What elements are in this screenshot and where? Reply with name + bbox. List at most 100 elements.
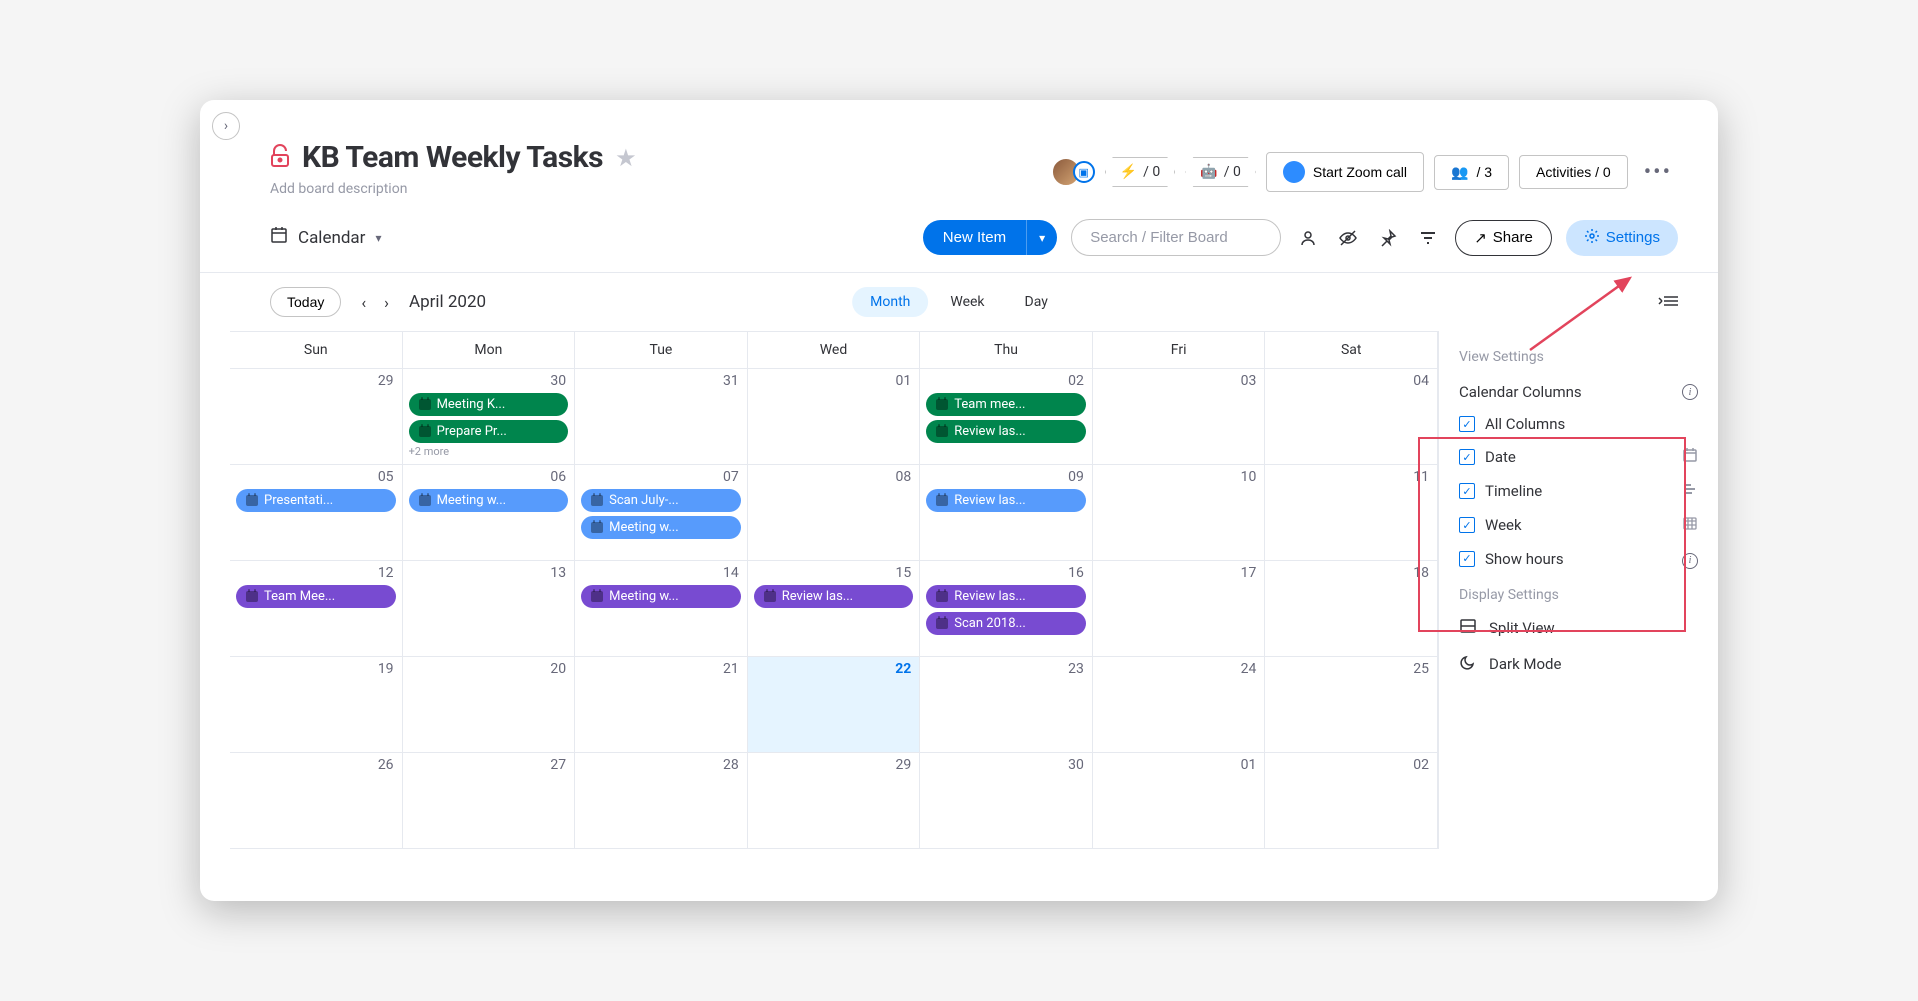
- calendar-cell[interactable]: 04: [1265, 369, 1438, 465]
- calendar-event[interactable]: Meeting K...: [409, 393, 569, 416]
- calendar-cell[interactable]: 18: [1265, 561, 1438, 657]
- activities-button[interactable]: Activities / 0: [1519, 155, 1628, 189]
- settings-button[interactable]: Settings: [1566, 220, 1678, 256]
- calendar-event[interactable]: Prepare Pr...: [409, 420, 569, 443]
- more-menu-button[interactable]: •••: [1638, 160, 1678, 185]
- calendar-cell[interactable]: 23: [920, 657, 1093, 753]
- top-action-bar: ▣ ⚡ / 0 🤖 / 0 Start Zoom call 👥 / 3 Acti…: [1051, 152, 1678, 192]
- event-date-icon: [764, 591, 776, 602]
- calendar-cell[interactable]: 06Meeting w...: [403, 465, 576, 561]
- calendar-cell[interactable]: 20: [403, 657, 576, 753]
- calendar-cell[interactable]: 10: [1093, 465, 1266, 561]
- person-filter-icon[interactable]: [1295, 225, 1321, 251]
- members-button[interactable]: 👥 / 3: [1434, 155, 1509, 190]
- calendar-cell[interactable]: 13: [403, 561, 576, 657]
- settings-column-row: ✓Week: [1459, 515, 1698, 535]
- broadcast-icon: ▣: [1073, 161, 1095, 183]
- info-icon[interactable]: i: [1682, 384, 1698, 400]
- event-date-icon: [936, 426, 948, 437]
- calendar-event[interactable]: Scan 2018...: [926, 612, 1086, 635]
- checkbox[interactable]: ✓: [1459, 483, 1475, 499]
- calendar-cell[interactable]: 07Scan July-...Meeting w...: [575, 465, 748, 561]
- timeline-icon: [1682, 481, 1698, 501]
- people-icon: 👥: [1451, 164, 1468, 181]
- calendar-cell[interactable]: 16Review las...Scan 2018...: [920, 561, 1093, 657]
- integrations-chip[interactable]: ⚡ / 0: [1105, 157, 1176, 187]
- prev-month-button[interactable]: ‹: [361, 293, 366, 312]
- calendar-cell[interactable]: 22: [748, 657, 921, 753]
- calendar-cell[interactable]: 19: [230, 657, 403, 753]
- automations-chip[interactable]: 🤖 / 0: [1185, 157, 1256, 187]
- calendar-cell[interactable]: 29: [748, 753, 921, 849]
- calendar-cell[interactable]: 17: [1093, 561, 1266, 657]
- calendar-event[interactable]: Team mee...: [926, 393, 1086, 416]
- calendar-cell[interactable]: 30: [920, 753, 1093, 849]
- presence-avatar[interactable]: ▣: [1051, 157, 1095, 187]
- calendar-cell[interactable]: 27: [403, 753, 576, 849]
- view-settings-title: View Settings: [1459, 349, 1698, 365]
- search-input[interactable]: [1071, 219, 1281, 256]
- zoom-label: Start Zoom call: [1313, 164, 1407, 180]
- today-button[interactable]: Today: [270, 287, 341, 317]
- calendar-cell[interactable]: 01: [748, 369, 921, 465]
- calendar-event[interactable]: Presentati...: [236, 489, 396, 512]
- calendar-event[interactable]: Review las...: [926, 489, 1086, 512]
- calendar-cell[interactable]: 24: [1093, 657, 1266, 753]
- more-events-link[interactable]: +2 more: [409, 445, 569, 458]
- pin-icon[interactable]: [1375, 225, 1401, 251]
- calendar-cell[interactable]: 14Meeting w...: [575, 561, 748, 657]
- display-setting-row[interactable]: Split View: [1459, 617, 1698, 639]
- view-mode-day[interactable]: Day: [1007, 287, 1066, 317]
- calendar-cell[interactable]: 30Meeting K...Prepare Pr...+2 more: [403, 369, 576, 465]
- share-arrow-icon: ↗: [1474, 229, 1487, 247]
- calendar-event[interactable]: Meeting w...: [581, 585, 741, 608]
- calendar-cell[interactable]: 15Review las...: [748, 561, 921, 657]
- view-mode-week[interactable]: Week: [932, 287, 1002, 317]
- calendar-cell[interactable]: 11: [1265, 465, 1438, 561]
- calendar-cell[interactable]: 31: [575, 369, 748, 465]
- expand-sidebar-button[interactable]: ›: [212, 112, 240, 140]
- calendar-cell[interactable]: 25: [1265, 657, 1438, 753]
- calendar-cell[interactable]: 05Presentati...: [230, 465, 403, 561]
- favorite-star-icon[interactable]: ★: [615, 144, 637, 172]
- view-mode-tabs: Month Week Day: [852, 287, 1066, 317]
- zoom-call-button[interactable]: Start Zoom call: [1266, 152, 1424, 192]
- calendar-event[interactable]: Team Mee...: [236, 585, 396, 608]
- checkbox[interactable]: ✓: [1459, 449, 1475, 465]
- calendar-event[interactable]: Review las...: [926, 420, 1086, 443]
- calendar-cell[interactable]: 08: [748, 465, 921, 561]
- next-month-button[interactable]: ›: [384, 293, 389, 312]
- eye-hidden-icon[interactable]: [1335, 225, 1361, 251]
- display-setting-row[interactable]: Dark Mode: [1459, 653, 1698, 675]
- event-date-icon: [591, 591, 603, 602]
- calendar-cell[interactable]: 12Team Mee...: [230, 561, 403, 657]
- calendar-cell[interactable]: 29: [230, 369, 403, 465]
- calendar-event[interactable]: Meeting w...: [409, 489, 569, 512]
- new-item-button[interactable]: New Item: [923, 220, 1026, 255]
- calendar-event[interactable]: Review las...: [754, 585, 914, 608]
- date-number: 02: [1068, 373, 1084, 389]
- view-mode-month[interactable]: Month: [852, 287, 928, 317]
- calendar-cell[interactable]: 02 Team mee... Review las...: [920, 369, 1093, 465]
- new-item-dropdown[interactable]: ▾: [1026, 220, 1057, 255]
- calendar-event[interactable]: Review las...: [926, 585, 1086, 608]
- calendar-cell[interactable]: 01: [1093, 753, 1266, 849]
- calendar-cell[interactable]: 21: [575, 657, 748, 753]
- settings-column-row: ✓Timeline: [1459, 481, 1698, 501]
- checkbox[interactable]: ✓: [1459, 517, 1475, 533]
- board-title[interactable]: KB Team Weekly Tasks: [302, 140, 603, 175]
- calendar-cell[interactable]: 09Review las...: [920, 465, 1093, 561]
- calendar-cell[interactable]: 02: [1265, 753, 1438, 849]
- calendar-event[interactable]: Scan July-...: [581, 489, 741, 512]
- filter-icon[interactable]: [1415, 225, 1441, 251]
- event-date-icon: [936, 591, 948, 602]
- checkbox[interactable]: ✓: [1459, 416, 1475, 432]
- calendar-cell[interactable]: 26: [230, 753, 403, 849]
- share-button[interactable]: ↗ Share: [1455, 220, 1552, 256]
- collapse-panel-icon[interactable]: [1658, 292, 1678, 313]
- calendar-cell[interactable]: 28: [575, 753, 748, 849]
- calendar-event[interactable]: Meeting w...: [581, 516, 741, 539]
- calendar-cell[interactable]: 03: [1093, 369, 1266, 465]
- view-switcher[interactable]: Calendar ▾: [270, 226, 381, 249]
- checkbox[interactable]: ✓: [1459, 551, 1475, 567]
